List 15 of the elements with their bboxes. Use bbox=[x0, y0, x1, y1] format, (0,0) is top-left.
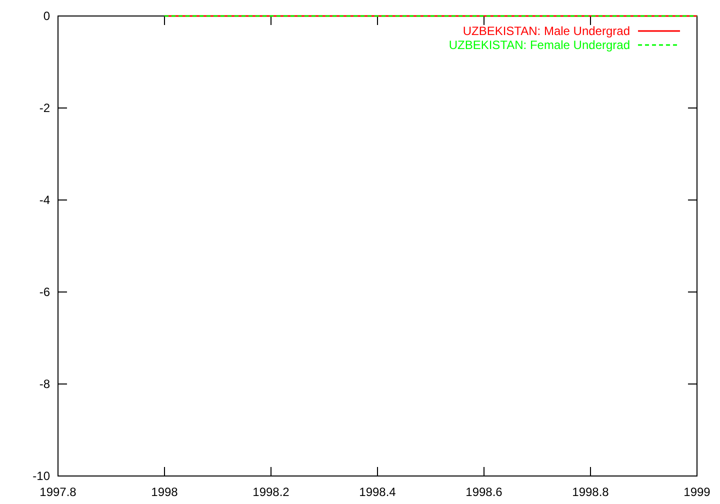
legend-label: UZBEKISTAN: Male Undergrad bbox=[462, 24, 630, 38]
x-tick-label: 1998.2 bbox=[252, 485, 290, 499]
x-tick-label: 1998.8 bbox=[572, 485, 609, 499]
x-tick-label: 1997.8 bbox=[40, 485, 76, 499]
y-tick-label: -4 bbox=[39, 193, 50, 207]
y-tick-label: -2 bbox=[39, 101, 50, 115]
x-tick-label: 1998.4 bbox=[359, 485, 396, 499]
legend-label: UZBEKISTAN: Female Undergrad bbox=[448, 38, 630, 52]
x-tick-label: 1998.6 bbox=[466, 485, 502, 499]
y-tick-label: -10 bbox=[32, 469, 50, 483]
x-tick-label: 1999 bbox=[684, 485, 710, 499]
y-tick-label: 0 bbox=[43, 9, 50, 23]
x-tick-label: 1998 bbox=[151, 485, 178, 499]
y-tick-label: -6 bbox=[39, 285, 50, 299]
y-tick-label: -8 bbox=[39, 377, 50, 391]
